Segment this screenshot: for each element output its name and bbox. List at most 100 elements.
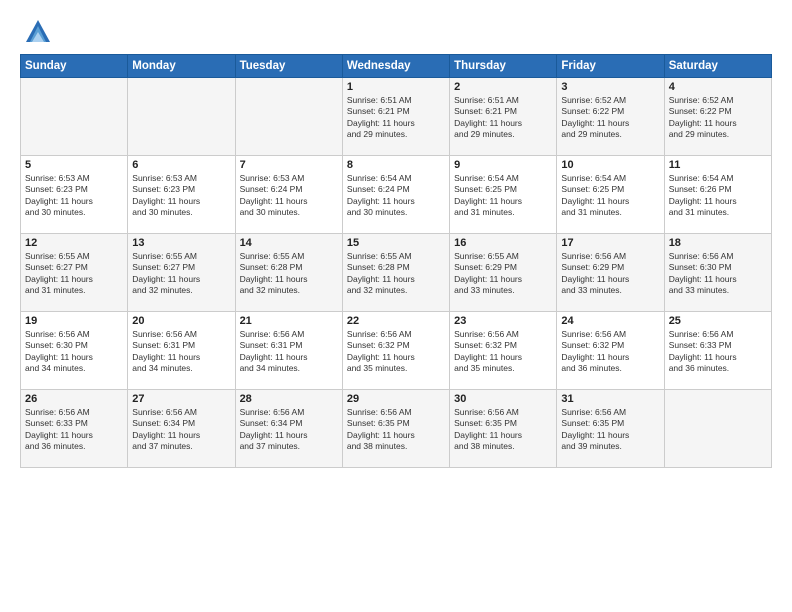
day-number: 15: [347, 237, 445, 249]
day-info: Sunrise: 6:56 AM Sunset: 6:30 PM Dayligh…: [669, 251, 767, 297]
logo: [20, 18, 52, 46]
day-info: Sunrise: 6:54 AM Sunset: 6:25 PM Dayligh…: [454, 173, 552, 219]
calendar-cell: 13 Sunrise: 6:55 AM Sunset: 6:27 PM Dayli…: [128, 234, 235, 312]
week-row: 5 Sunrise: 6:53 AM Sunset: 6:23 PM Daylig…: [21, 156, 772, 234]
week-row: 19Sunrise: 6:56 AM Sunset: 6:30 PM Dayli…: [21, 312, 772, 390]
week-row: 12 Sunrise: 6:55 AM Sunset: 6:27 PM Dayli…: [21, 234, 772, 312]
day-info: Sunrise: 6:54 AM Sunset: 6:25 PM Dayligh…: [561, 173, 659, 219]
calendar-cell: 24 Sunrise: 6:56 AM Sunset: 6:32 PM Dayli…: [557, 312, 664, 390]
day-number: 31: [561, 393, 659, 405]
calendar-cell: 29 Sunrise: 6:56 AM Sunset: 6:35 PM Dayli…: [342, 390, 449, 468]
day-number: 18: [669, 237, 767, 249]
day-info: Sunrise: 6:53 AM Sunset: 6:23 PM Dayligh…: [25, 173, 123, 219]
calendar-cell: 6 Sunrise: 6:53 AM Sunset: 6:23 PM Daylig…: [128, 156, 235, 234]
day-info: Sunrise: 6:55 AM Sunset: 6:28 PM Dayligh…: [240, 251, 338, 297]
calendar-cell: 22 Sunrise: 6:56 AM Sunset: 6:32 PM Dayli…: [342, 312, 449, 390]
day-of-week-header: Sunday: [21, 55, 128, 78]
day-of-week-header: Wednesday: [342, 55, 449, 78]
day-number: 29: [347, 393, 445, 405]
calendar-cell: 1Sunrise: 6:51 AM Sunset: 6:21 PM Daylig…: [342, 78, 449, 156]
day-number: 26: [25, 393, 123, 405]
calendar-cell: 4 Sunrise: 6:52 AM Sunset: 6:22 PM Daylig…: [664, 78, 771, 156]
calendar-cell: 26 Sunrise: 6:56 AM Sunset: 6:33 PM Dayli…: [21, 390, 128, 468]
logo-icon: [24, 18, 52, 46]
day-info: Sunrise: 6:55 AM Sunset: 6:27 PM Dayligh…: [132, 251, 230, 297]
day-info: Sunrise: 6:52 AM Sunset: 6:22 PM Dayligh…: [669, 95, 767, 141]
day-number: 3: [561, 81, 659, 93]
day-number: 30: [454, 393, 552, 405]
day-number: 12: [25, 237, 123, 249]
calendar-cell: 30Sunrise: 6:56 AM Sunset: 6:35 PM Dayli…: [450, 390, 557, 468]
calendar-cell: 8 Sunrise: 6:54 AM Sunset: 6:24 PM Daylig…: [342, 156, 449, 234]
day-number: 10: [561, 159, 659, 171]
calendar-cell: [128, 78, 235, 156]
day-number: 8: [347, 159, 445, 171]
day-number: 4: [669, 81, 767, 93]
day-info: Sunrise: 6:51 AM Sunset: 6:21 PM Dayligh…: [454, 95, 552, 141]
calendar-cell: 10 Sunrise: 6:54 AM Sunset: 6:25 PM Dayli…: [557, 156, 664, 234]
day-info: Sunrise: 6:56 AM Sunset: 6:33 PM Dayligh…: [669, 329, 767, 375]
calendar-table: SundayMondayTuesdayWednesdayThursdayFrid…: [20, 54, 772, 468]
calendar-cell: 16Sunrise: 6:55 AM Sunset: 6:29 PM Dayli…: [450, 234, 557, 312]
page: SundayMondayTuesdayWednesdayThursdayFrid…: [0, 0, 792, 612]
day-info: Sunrise: 6:53 AM Sunset: 6:23 PM Dayligh…: [132, 173, 230, 219]
day-info: Sunrise: 6:56 AM Sunset: 6:32 PM Dayligh…: [454, 329, 552, 375]
day-number: 7: [240, 159, 338, 171]
day-info: Sunrise: 6:54 AM Sunset: 6:24 PM Dayligh…: [347, 173, 445, 219]
day-info: Sunrise: 6:55 AM Sunset: 6:27 PM Dayligh…: [25, 251, 123, 297]
day-info: Sunrise: 6:56 AM Sunset: 6:33 PM Dayligh…: [25, 407, 123, 453]
day-number: 13: [132, 237, 230, 249]
day-info: Sunrise: 6:55 AM Sunset: 6:28 PM Dayligh…: [347, 251, 445, 297]
calendar-cell: 12 Sunrise: 6:55 AM Sunset: 6:27 PM Dayli…: [21, 234, 128, 312]
calendar-cell: 18 Sunrise: 6:56 AM Sunset: 6:30 PM Dayli…: [664, 234, 771, 312]
day-number: 19: [25, 315, 123, 327]
day-of-week-header: Thursday: [450, 55, 557, 78]
day-number: 25: [669, 315, 767, 327]
header-row: SundayMondayTuesdayWednesdayThursdayFrid…: [21, 55, 772, 78]
calendar-cell: [235, 78, 342, 156]
day-of-week-header: Monday: [128, 55, 235, 78]
calendar-cell: 3 Sunrise: 6:52 AM Sunset: 6:22 PM Daylig…: [557, 78, 664, 156]
calendar-cell: 14 Sunrise: 6:55 AM Sunset: 6:28 PM Dayli…: [235, 234, 342, 312]
day-info: Sunrise: 6:56 AM Sunset: 6:34 PM Dayligh…: [132, 407, 230, 453]
calendar-cell: 15 Sunrise: 6:55 AM Sunset: 6:28 PM Dayli…: [342, 234, 449, 312]
day-number: 17: [561, 237, 659, 249]
calendar-cell: 5 Sunrise: 6:53 AM Sunset: 6:23 PM Daylig…: [21, 156, 128, 234]
calendar-cell: 7 Sunrise: 6:53 AM Sunset: 6:24 PM Daylig…: [235, 156, 342, 234]
day-number: 20: [132, 315, 230, 327]
day-number: 6: [132, 159, 230, 171]
day-info: Sunrise: 6:56 AM Sunset: 6:32 PM Dayligh…: [347, 329, 445, 375]
day-info: Sunrise: 6:56 AM Sunset: 6:35 PM Dayligh…: [347, 407, 445, 453]
day-of-week-header: Saturday: [664, 55, 771, 78]
day-number: 27: [132, 393, 230, 405]
calendar-cell: 2 Sunrise: 6:51 AM Sunset: 6:21 PM Daylig…: [450, 78, 557, 156]
day-info: Sunrise: 6:56 AM Sunset: 6:34 PM Dayligh…: [240, 407, 338, 453]
calendar-cell: 27 Sunrise: 6:56 AM Sunset: 6:34 PM Dayli…: [128, 390, 235, 468]
calendar-cell: [21, 78, 128, 156]
day-info: Sunrise: 6:56 AM Sunset: 6:32 PM Dayligh…: [561, 329, 659, 375]
day-info: Sunrise: 6:54 AM Sunset: 6:26 PM Dayligh…: [669, 173, 767, 219]
calendar-cell: 17 Sunrise: 6:56 AM Sunset: 6:29 PM Dayli…: [557, 234, 664, 312]
calendar-cell: 31Sunrise: 6:56 AM Sunset: 6:35 PM Dayli…: [557, 390, 664, 468]
day-info: Sunrise: 6:56 AM Sunset: 6:31 PM Dayligh…: [240, 329, 338, 375]
calendar-cell: 28 Sunrise: 6:56 AM Sunset: 6:34 PM Dayli…: [235, 390, 342, 468]
day-info: Sunrise: 6:53 AM Sunset: 6:24 PM Dayligh…: [240, 173, 338, 219]
week-row: 1Sunrise: 6:51 AM Sunset: 6:21 PM Daylig…: [21, 78, 772, 156]
day-number: 28: [240, 393, 338, 405]
day-info: Sunrise: 6:51 AM Sunset: 6:21 PM Dayligh…: [347, 95, 445, 141]
calendar-cell: 11Sunrise: 6:54 AM Sunset: 6:26 PM Dayli…: [664, 156, 771, 234]
day-info: Sunrise: 6:52 AM Sunset: 6:22 PM Dayligh…: [561, 95, 659, 141]
day-number: 2: [454, 81, 552, 93]
day-number: 24: [561, 315, 659, 327]
day-number: 21: [240, 315, 338, 327]
calendar-cell: 25 Sunrise: 6:56 AM Sunset: 6:33 PM Dayli…: [664, 312, 771, 390]
day-number: 22: [347, 315, 445, 327]
calendar-cell: 23Sunrise: 6:56 AM Sunset: 6:32 PM Dayli…: [450, 312, 557, 390]
day-number: 9: [454, 159, 552, 171]
calendar-cell: 19Sunrise: 6:56 AM Sunset: 6:30 PM Dayli…: [21, 312, 128, 390]
day-number: 14: [240, 237, 338, 249]
week-row: 26 Sunrise: 6:56 AM Sunset: 6:33 PM Dayli…: [21, 390, 772, 468]
day-number: 5: [25, 159, 123, 171]
day-info: Sunrise: 6:56 AM Sunset: 6:29 PM Dayligh…: [561, 251, 659, 297]
calendar-cell: 20Sunrise: 6:56 AM Sunset: 6:31 PM Dayli…: [128, 312, 235, 390]
